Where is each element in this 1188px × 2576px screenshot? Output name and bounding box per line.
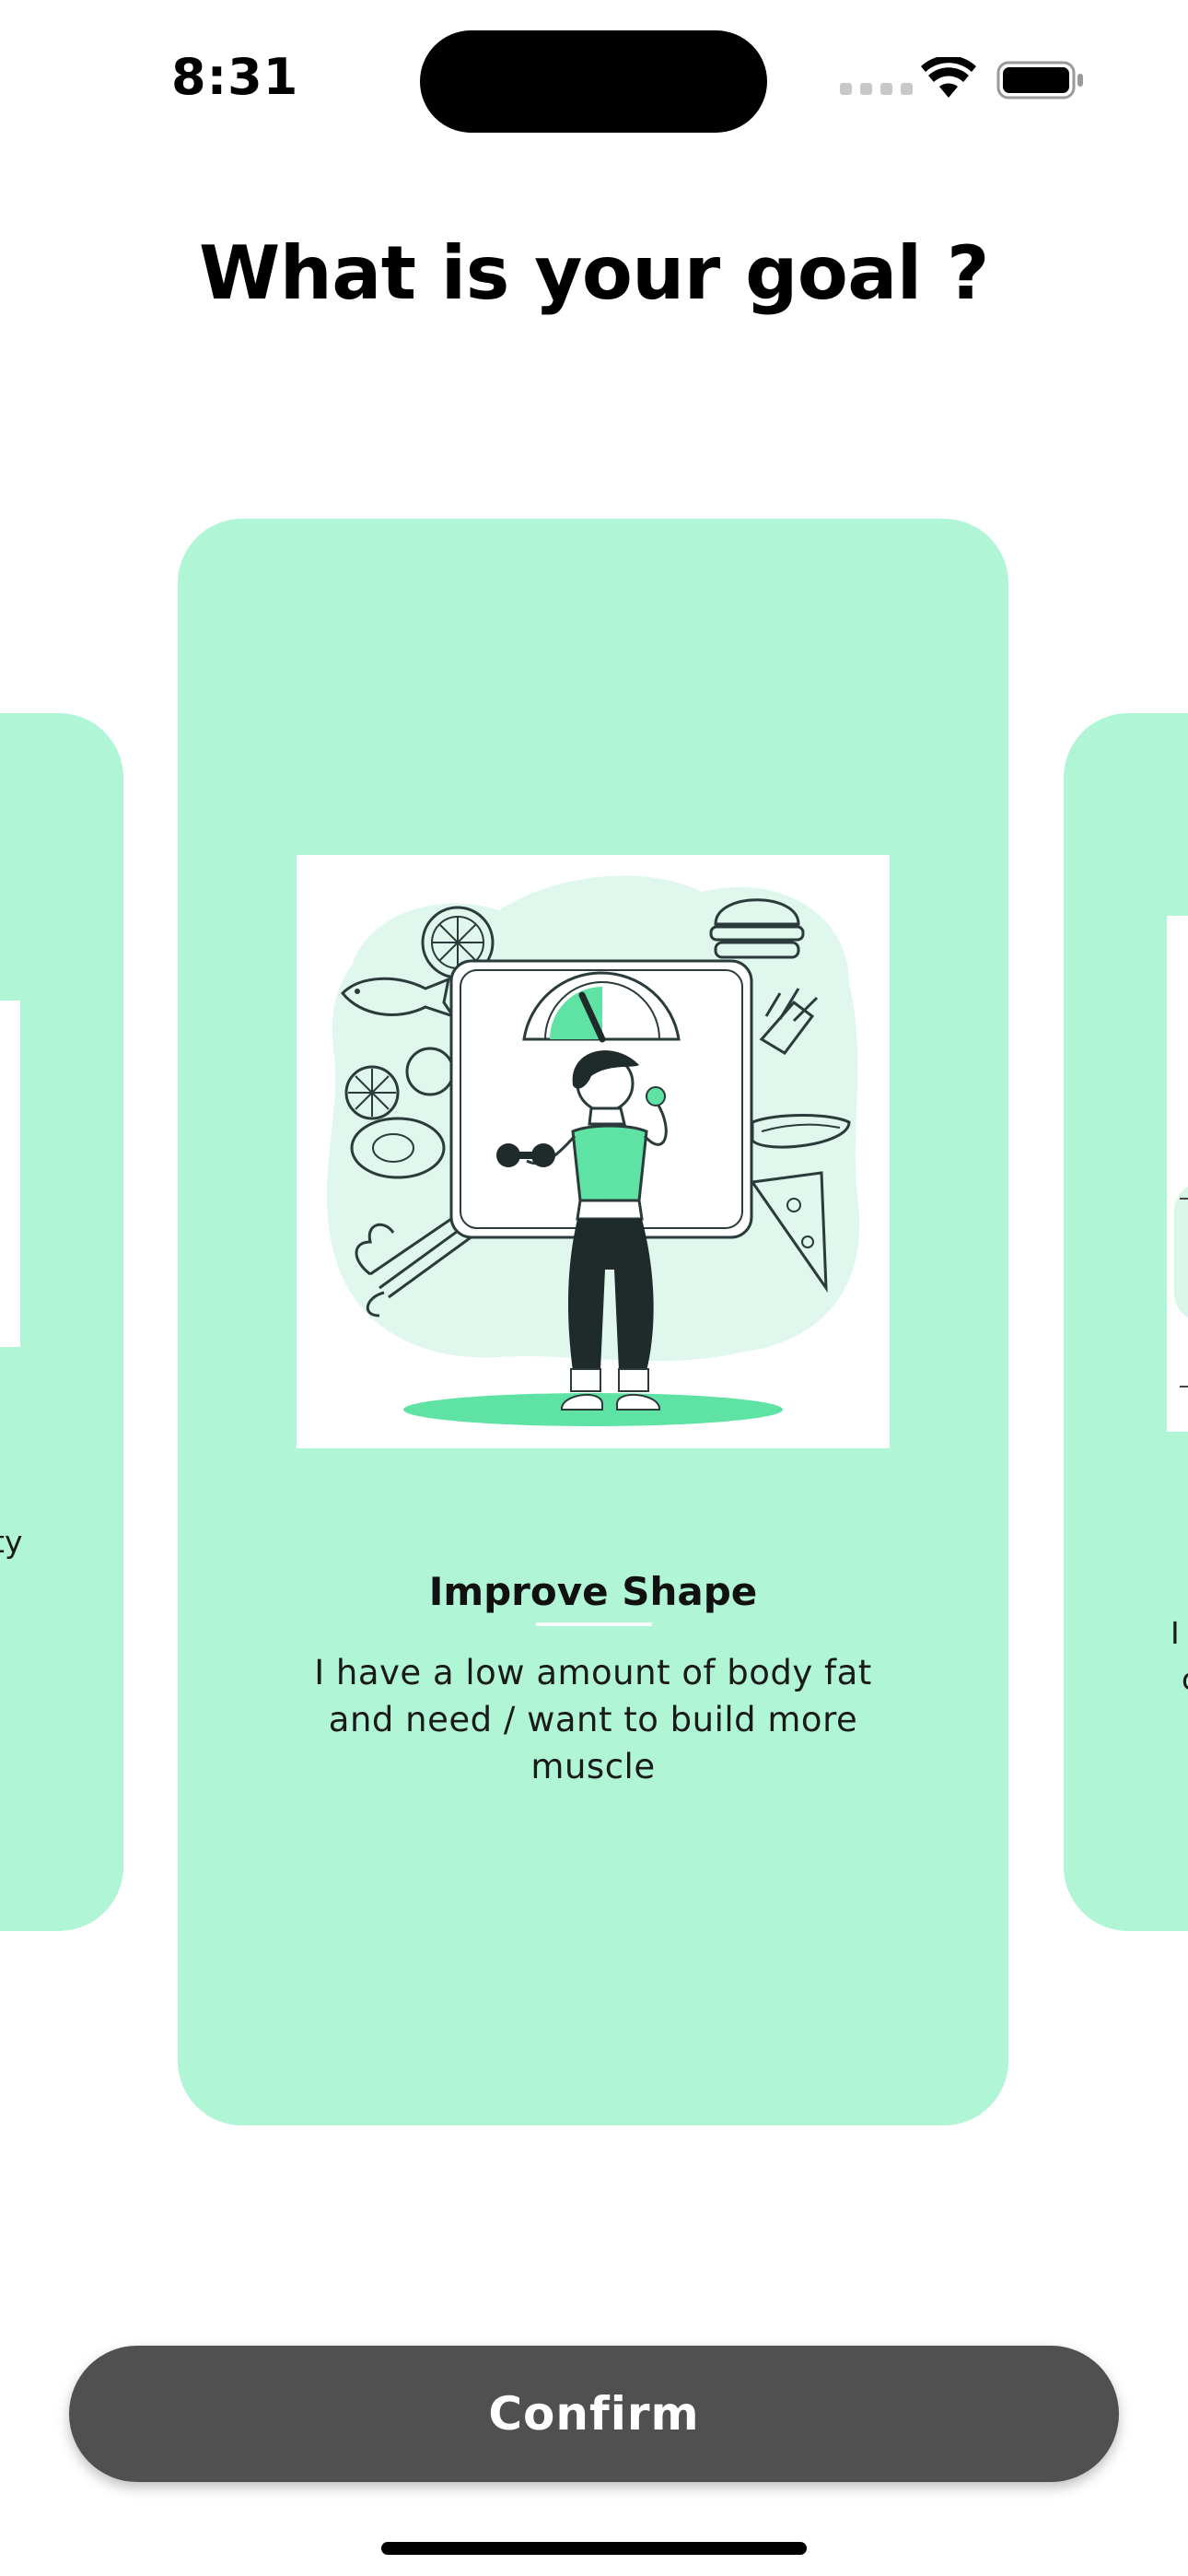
dynamic-island [420,30,767,133]
battery-icon [996,61,1083,100]
card-description: ty [0,1524,23,1560]
title-underline [536,1622,652,1626]
card-description: I c [1171,1610,1188,1703]
page-title: What is your goal ? [199,230,989,316]
card-title: Improve Shape [428,1569,758,1614]
goal-card-improve-shape[interactable]: Improve Shape I have a low amount of bod… [178,519,1008,2125]
cellular-signal-icon [840,83,913,95]
card-illustration [0,1001,20,1347]
status-time: 8:31 [171,48,299,106]
confirm-button[interactable]: Confirm [69,2346,1119,2482]
card-description-line: c [1171,1657,1188,1703]
woman-on-scale-illustration [326,875,860,1426]
home-indicator[interactable] [381,2542,807,2555]
card-illustration [297,855,890,1448]
goal-selection-screen: 8:31 What is your goal ? ty I c [0,0,1188,2576]
goal-card-previous[interactable]: ty [0,713,123,1931]
goal-card-next[interactable]: I c [1064,713,1188,1931]
card-description-line: I [1171,1615,1180,1651]
card-description: I have a low amount of body fat and need… [314,1653,872,1786]
card-illustration [1167,916,1188,1432]
wifi-icon [921,57,976,98]
